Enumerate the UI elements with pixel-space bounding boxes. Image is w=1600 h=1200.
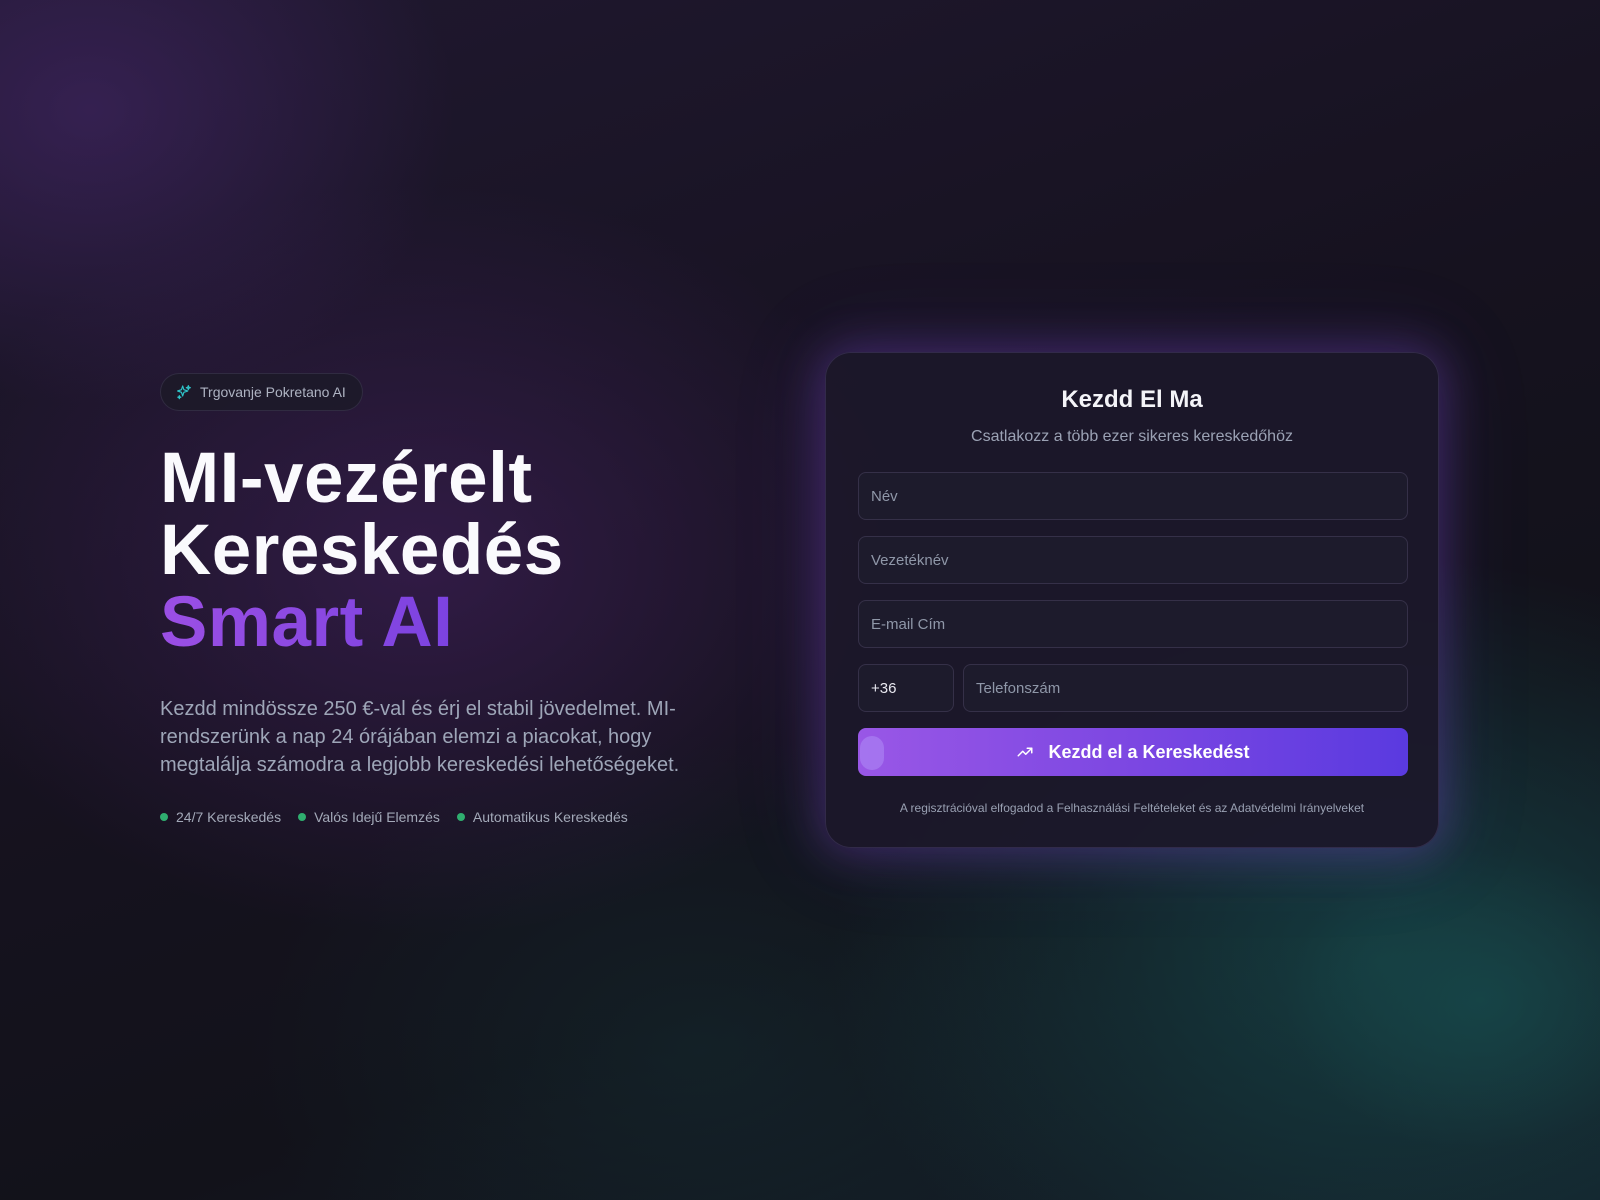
button-highlight: [860, 736, 884, 770]
last-name-input[interactable]: [871, 551, 1395, 569]
first-name-field-wrapper: [858, 472, 1408, 520]
signup-card: Kezdd El Ma Csatlakozz a több ezer siker…: [825, 352, 1439, 848]
headline-line-1: MI-vezérelt: [160, 439, 533, 518]
phone-field-wrapper: [963, 664, 1408, 712]
hero-description: Kezdd mindössze 250 €-val és érj el stab…: [160, 698, 680, 776]
feature-item: Valós Idejű Elemzés: [298, 809, 440, 825]
status-dot-icon: [298, 813, 307, 821]
status-dot-icon: [160, 813, 168, 821]
sparkle-icon: [176, 384, 192, 400]
phone-input[interactable]: [976, 679, 1395, 697]
phone-row: +36: [858, 664, 1408, 712]
feature-list: 24/7 Kereskedés Valós Idejű Elemzés Auto…: [160, 809, 740, 825]
trending-up-icon: [1016, 743, 1034, 761]
country-code-value: +36: [871, 679, 897, 697]
first-name-input[interactable]: [871, 487, 1395, 505]
country-code-select[interactable]: +36: [858, 664, 954, 712]
headline-line-2: Kereskedés: [160, 511, 564, 590]
signup-subtitle: Csatlakozz a több ezer sikeres kereskedő…: [971, 428, 1293, 445]
feature-label: 24/7 Kereskedés: [176, 809, 282, 825]
start-trading-label: Kezdd el a Kereskedést: [1048, 741, 1250, 762]
feature-label: Valós Idejű Elemzés: [314, 809, 440, 825]
hero-section: Trgovanje Pokretano AI MI-vezérelt Keres…: [160, 373, 740, 825]
badge-label: Trgovanje Pokretano AI: [200, 384, 346, 400]
email-input[interactable]: [871, 615, 1395, 633]
start-trading-button[interactable]: Kezdd el a Kereskedést: [858, 728, 1408, 776]
email-field-wrapper: [858, 600, 1408, 648]
status-dot-icon: [456, 813, 465, 821]
feature-item: 24/7 Kereskedés: [160, 809, 281, 825]
signup-fields: +36: [858, 472, 1408, 712]
feature-item: Automatikus Kereskedés: [456, 809, 628, 825]
headline-accent: Smart AI: [160, 587, 740, 659]
terms-notice: A regisztrációval elfogadod a Felhasznál…: [899, 801, 1365, 815]
last-name-field-wrapper: [858, 536, 1408, 584]
page-headline: MI-vezérelt Kereskedés Smart AI: [160, 443, 740, 659]
ai-badge: Trgovanje Pokretano AI: [160, 373, 363, 411]
signup-title: Kezdd El Ma: [1061, 386, 1203, 413]
feature-label: Automatikus Kereskedés: [472, 809, 628, 825]
